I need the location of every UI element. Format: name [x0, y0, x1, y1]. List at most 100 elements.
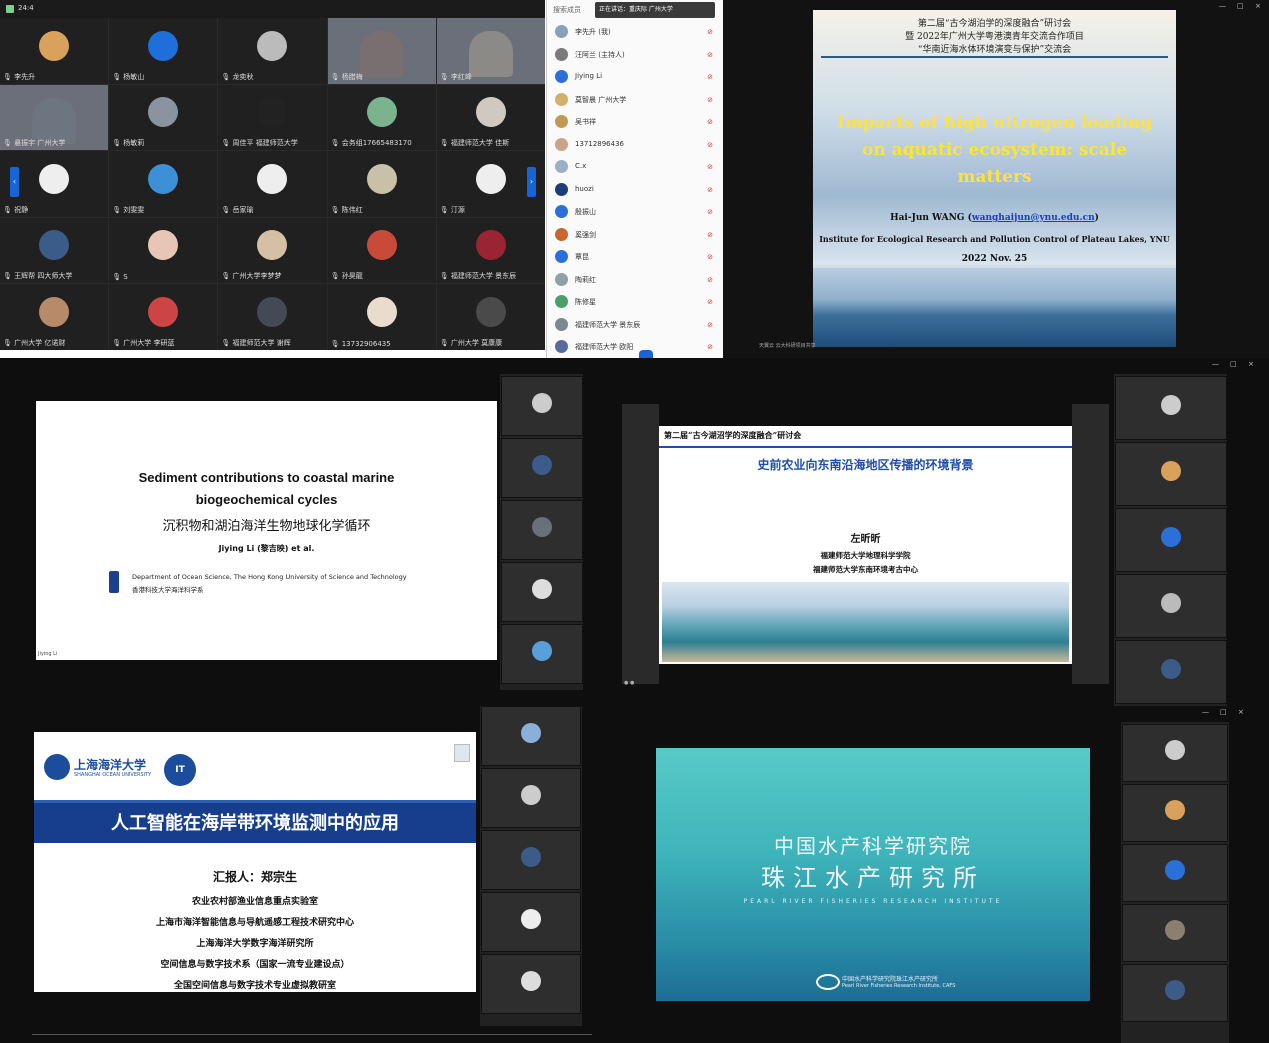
- video-tile[interactable]: 🎙 王辉帮 四大师大学: [0, 217, 109, 284]
- video-tile[interactable]: 🎙 杨腊梅: [327, 18, 436, 84]
- mic-muted-icon[interactable]: ⊘: [707, 276, 713, 284]
- video-tile[interactable]: 🎙 杨敏山: [109, 18, 218, 84]
- prev-page-button[interactable]: ‹: [10, 167, 19, 197]
- side-camera-tile[interactable]: [501, 376, 583, 436]
- video-tile[interactable]: 🎙 广州大学 莫康康: [436, 284, 545, 350]
- maximize-icon[interactable]: □: [1220, 708, 1227, 716]
- participant-row[interactable]: 汪阿兰 (主持人) ⊘: [551, 45, 719, 65]
- avatar: [39, 30, 70, 61]
- participant-row[interactable]: Jiying Li ⊘: [551, 67, 719, 87]
- mic-muted-icon[interactable]: ⊘: [707, 321, 713, 329]
- video-tile[interactable]: 🎙 刘雯雯: [109, 151, 218, 217]
- side-camera-tile[interactable]: [1115, 442, 1227, 506]
- video-tile[interactable]: 🎙 周佳平 福建师范大学: [218, 84, 327, 151]
- search-members-input[interactable]: 搜索成员: [553, 5, 593, 15]
- participant-row[interactable]: 福建师范大学 欧阳 ⊘: [551, 337, 719, 357]
- video-tile[interactable]: 🎙 福建师范大学 谢辉: [218, 284, 327, 350]
- video-tile[interactable]: 🎙 岳家瑜: [218, 151, 327, 217]
- side-camera-tile[interactable]: [1115, 640, 1227, 704]
- side-camera-tile[interactable]: [501, 500, 583, 560]
- mic-muted-icon[interactable]: ⊘: [707, 343, 713, 351]
- video-tile[interactable]: 🎙 会务组17665483170: [327, 84, 436, 151]
- mic-muted-icon[interactable]: ⊘: [707, 163, 713, 171]
- side-camera-tile[interactable]: [1122, 784, 1228, 842]
- video-tile[interactable]: 🎙 13732906435: [327, 284, 436, 350]
- side-camera-tile[interactable]: [1122, 724, 1228, 782]
- avatar: [366, 230, 397, 261]
- participant-row[interactable]: 陈修星 ⊘: [551, 292, 719, 312]
- side-camera-tile[interactable]: [481, 892, 581, 952]
- participant-row[interactable]: 莫智晨 广州大学 ⊘: [551, 90, 719, 110]
- participant-row[interactable]: 福建师范大学 景东辰 ⊘: [551, 315, 719, 335]
- side-camera-tile[interactable]: [481, 954, 581, 1014]
- avatar: [475, 163, 506, 194]
- side-camera-tile[interactable]: [501, 624, 583, 684]
- progress-track[interactable]: [32, 1034, 592, 1035]
- avatar: [555, 295, 568, 308]
- close-icon[interactable]: ×: [1238, 708, 1244, 716]
- participant-row[interactable]: 陶莉红 ⊘: [551, 270, 719, 290]
- side-camera-tile[interactable]: [481, 706, 581, 766]
- mic-muted-icon[interactable]: ⊘: [707, 118, 713, 126]
- side-camera-tile[interactable]: [501, 562, 583, 622]
- video-tile[interactable]: 🎙 广州大学 亿诺财: [0, 284, 109, 350]
- scroll-handle[interactable]: [639, 350, 653, 358]
- participant-row[interactable]: huozi ⊘: [551, 180, 719, 200]
- video-tile[interactable]: 🎙 广州大学李梦梦: [218, 217, 327, 284]
- video-tile[interactable]: 🎙 S: [109, 217, 218, 284]
- side-cams-2: [500, 374, 583, 690]
- side-camera-tile[interactable]: [1122, 904, 1228, 962]
- minimize-icon[interactable]: —: [1202, 708, 1209, 716]
- participant-row[interactable]: 李先升 (我) ⊘: [551, 22, 719, 42]
- participant-row[interactable]: 殷振山 ⊘: [551, 202, 719, 222]
- mic-muted-icon[interactable]: ⊘: [707, 141, 713, 149]
- mic-muted-icon[interactable]: ⊘: [707, 51, 713, 59]
- video-tile[interactable]: 🎙 孙昊龍: [327, 217, 436, 284]
- participant-row[interactable]: 13712896436 ⊘: [551, 135, 719, 155]
- video-tile[interactable]: 🎙 龙奕秋: [218, 18, 327, 84]
- video-tile[interactable]: 🎙 悬振宇 广州大学: [0, 84, 109, 151]
- maximize-icon[interactable]: □: [1237, 2, 1244, 10]
- maximize-icon[interactable]: □: [1230, 360, 1237, 368]
- side-camera-tile[interactable]: [1115, 376, 1227, 440]
- participant-name: 🎙 陈伟红: [330, 205, 363, 214]
- side-camera-tile[interactable]: [1115, 574, 1227, 638]
- mic-muted-icon[interactable]: ⊘: [707, 73, 713, 81]
- video-tile[interactable]: 🎙 福建师范大学 佳斯: [436, 84, 545, 151]
- mic-muted-icon[interactable]: ⊘: [707, 208, 713, 216]
- next-page-button[interactable]: ›: [527, 167, 536, 197]
- slide4-reporter: 汇报人：郑宗生: [212, 870, 297, 884]
- side-camera-tile[interactable]: [481, 768, 581, 828]
- close-icon[interactable]: ×: [1248, 360, 1254, 368]
- slide1-email[interactable]: wanghaijun@ynu.edu.cn: [972, 213, 1095, 223]
- mic-muted-icon[interactable]: ⊘: [707, 186, 713, 194]
- side-camera-tile[interactable]: [1122, 844, 1228, 902]
- slide1-author-end: ): [1094, 213, 1099, 223]
- mic-muted-icon[interactable]: ⊘: [707, 298, 713, 306]
- video-tile[interactable]: 🎙 李红峰: [436, 18, 545, 84]
- avatar: [521, 785, 541, 806]
- side-camera-tile[interactable]: [481, 830, 581, 890]
- mic-muted-icon[interactable]: ⊘: [707, 253, 713, 261]
- video-tile[interactable]: 🎙 陈伟红: [327, 151, 436, 217]
- participant-row[interactable]: 奚强剑 ⊘: [551, 225, 719, 245]
- video-tile[interactable]: 🎙 广州大学 李研蓝: [109, 284, 218, 350]
- video-tile[interactable]: 🎙 福建师范大学 景东辰: [436, 217, 545, 284]
- minimize-icon[interactable]: —: [1212, 360, 1219, 368]
- side-camera-tile[interactable]: [501, 438, 583, 498]
- share-panel-1: — □ × 第二届“古今湖泊学的深度融合”研讨会 暨 2022年广州大学粤港澳青…: [723, 0, 1269, 358]
- participant-row[interactable]: C.x ⊘: [551, 157, 719, 177]
- mic-muted-icon[interactable]: ⊘: [707, 231, 713, 239]
- close-icon[interactable]: ×: [1255, 2, 1261, 10]
- participant-row[interactable]: 吴书祥 ⊘: [551, 112, 719, 132]
- mic-muted-icon[interactable]: ⊘: [707, 96, 713, 104]
- camera-feed: [360, 31, 404, 78]
- mic-muted-icon[interactable]: ⊘: [707, 28, 713, 36]
- side-camera-tile[interactable]: [1122, 964, 1228, 1022]
- participant-row[interactable]: 覃昆 ⊘: [551, 247, 719, 267]
- camera-feed: [469, 31, 513, 78]
- video-tile[interactable]: 🎙 李先升: [0, 18, 109, 84]
- side-camera-tile[interactable]: [1115, 508, 1227, 572]
- minimize-icon[interactable]: —: [1219, 2, 1226, 10]
- video-tile[interactable]: 🎙 杨敏莉: [109, 84, 218, 151]
